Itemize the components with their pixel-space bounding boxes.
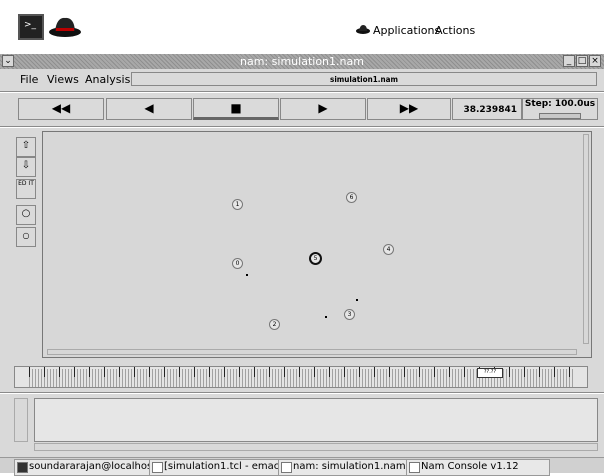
taskbar: soundararajan@localhost [simulation1.tcl… xyxy=(0,457,604,476)
node-circle-icon[interactable]: ○ xyxy=(16,205,36,225)
window-titlebar[interactable]: ⌄ nam: simulation1.nam _ □ × xyxy=(0,54,604,69)
step-control[interactable]: Step: 100.0us xyxy=(522,98,598,120)
redhat-menu-icon[interactable] xyxy=(48,14,82,40)
stop-button[interactable]: ■ xyxy=(193,98,279,120)
fast-forward-button[interactable]: ▶▶ xyxy=(367,98,451,120)
rewind-button[interactable]: ◀◀ xyxy=(18,98,104,120)
packet xyxy=(246,274,248,276)
taskbar-item[interactable]: [simulation1.tcl - emacs@ xyxy=(149,459,293,476)
terminal-icon xyxy=(17,462,28,473)
node[interactable]: 4 xyxy=(383,244,394,255)
window-icon xyxy=(409,462,420,473)
packet xyxy=(356,299,358,301)
close-button[interactable]: × xyxy=(589,55,601,67)
window-icon xyxy=(152,462,163,473)
zoom-in-icon[interactable]: ⇧ xyxy=(16,137,36,157)
small-circle-icon[interactable]: ○ xyxy=(16,227,36,247)
animation-canvas[interactable]: 1 6 4 0 5 3 2 xyxy=(42,131,592,358)
horizontal-scrollbar[interactable] xyxy=(47,349,577,355)
packet xyxy=(325,316,327,318)
actions-menu[interactable]: Actions xyxy=(435,24,475,37)
tool-palette: ⇧ ⇩ ED IT ○ ○ xyxy=(14,133,36,253)
node[interactable]: 2 xyxy=(269,319,280,330)
menu-views[interactable]: Views xyxy=(47,73,79,86)
panel-h-scrollbar[interactable] xyxy=(34,443,598,451)
minimize-button[interactable]: _ xyxy=(563,55,575,67)
edit-tool-button[interactable]: ED IT xyxy=(16,179,36,199)
panel-scrollbar[interactable] xyxy=(14,398,28,442)
filename-field: simulation1.nam xyxy=(131,72,597,86)
window-title: nam: simulation1.nam xyxy=(240,55,364,68)
node[interactable]: 0 xyxy=(232,258,243,269)
menu-file[interactable]: File xyxy=(20,73,38,86)
step-back-button[interactable]: ◀ xyxy=(106,98,192,120)
node[interactable]: 6 xyxy=(346,192,357,203)
step-label: Step: 100.0us xyxy=(524,99,596,109)
desktop-panel: >_ Applications Actions xyxy=(0,0,604,54)
taskbar-item[interactable]: soundararajan@localhost xyxy=(14,459,164,476)
time-display: 38.239841 xyxy=(452,98,522,120)
node[interactable]: 5 xyxy=(309,252,322,265)
menu-analysis[interactable]: Analysis xyxy=(85,73,130,86)
node[interactable]: 1 xyxy=(232,199,243,210)
zoom-out-icon[interactable]: ⇩ xyxy=(16,157,36,177)
window-icon xyxy=(281,462,292,473)
timeline-marker[interactable]: ??.?? xyxy=(477,368,503,378)
divider xyxy=(0,126,604,128)
annotation-panel[interactable] xyxy=(34,398,598,442)
divider xyxy=(0,392,604,394)
play-button[interactable]: ▶ xyxy=(280,98,366,120)
taskbar-item[interactable]: Nam Console v1.12 xyxy=(406,459,550,476)
applications-menu[interactable]: Applications xyxy=(373,24,440,37)
maximize-button[interactable]: □ xyxy=(576,55,588,67)
redhat-small-icon xyxy=(356,24,370,34)
vertical-scrollbar[interactable] xyxy=(583,134,589,344)
divider xyxy=(0,91,604,93)
timeline-slider[interactable]: ??.?? xyxy=(14,366,588,388)
taskbar-item[interactable]: nam: simulation1.nam xyxy=(278,459,418,476)
terminal-icon[interactable]: >_ xyxy=(18,14,44,40)
node[interactable]: 3 xyxy=(344,309,355,320)
step-slider[interactable] xyxy=(539,113,581,119)
